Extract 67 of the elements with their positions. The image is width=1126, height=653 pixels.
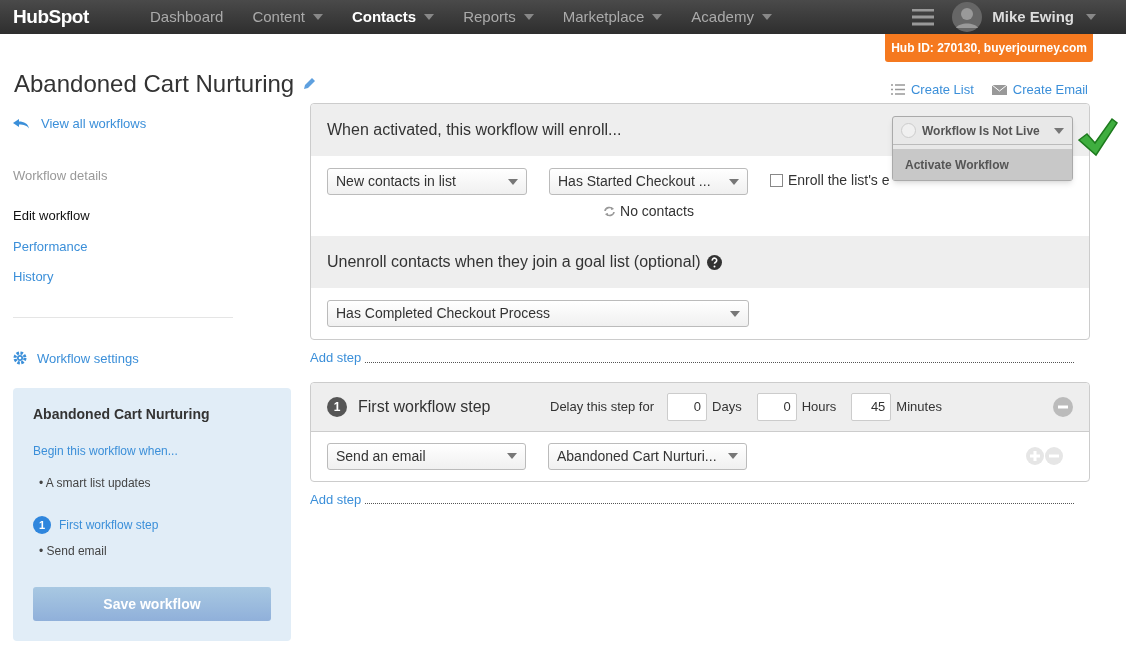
delay-unit: Days [712, 397, 742, 416]
nav-tab[interactable]: Academy [681, 0, 782, 34]
caret-icon [1054, 127, 1064, 134]
checkmark-icon [1076, 116, 1118, 158]
select-dropdown[interactable]: Has Completed Checkout Process [327, 300, 749, 327]
help-icon[interactable] [706, 254, 722, 270]
enroll-checkbox[interactable] [770, 174, 783, 187]
add-step-link[interactable]: Add step [310, 348, 362, 368]
select-dropdown[interactable]: New contacts in list [327, 168, 527, 195]
remove-icon[interactable] [1053, 396, 1073, 417]
select-dropdown[interactable]: Has Started Checkout ... [549, 168, 748, 195]
avatar-icon[interactable] [952, 2, 983, 32]
menu-icon[interactable] [912, 8, 935, 26]
delay-input[interactable]: 0 [667, 392, 708, 421]
add-step-link[interactable]: Add step [310, 489, 362, 509]
hub-id-badge: Hub ID: 270130, buyerjourney.com [885, 34, 1093, 62]
sidebar-nav-link[interactable]: History [13, 267, 291, 287]
select-dropdown[interactable]: Send an email [327, 442, 526, 470]
trigger-item: • A smart list updates [39, 475, 152, 492]
envelope-icon [991, 84, 1007, 95]
select-dropdown[interactable]: Abandoned Cart Nurturi... [548, 442, 747, 470]
step-item: • Send email [39, 543, 108, 560]
gear-icon [13, 351, 27, 366]
list-icon [891, 84, 905, 96]
nav-tab[interactable]: Marketplace [552, 0, 673, 34]
caret-icon [729, 178, 739, 185]
delay-input[interactable]: 45 [851, 392, 892, 421]
nav-tab[interactable]: Dashboard [140, 0, 234, 34]
page-title: Abandoned Cart Nurturing [14, 69, 295, 99]
sync-status: No contacts [603, 201, 694, 222]
caret-icon [507, 453, 517, 459]
status-dropdown[interactable]: Workflow Is Not Live Activate Workflow [892, 116, 1073, 181]
header-action-link[interactable]: Create List [891, 80, 974, 100]
trigger-link[interactable]: Begin this workflow when... [33, 442, 271, 460]
caret-icon [508, 178, 518, 185]
back-arrow-icon [13, 118, 29, 129]
logo[interactable]: HubSpot [13, 2, 140, 32]
section-label: Workflow details [13, 166, 109, 185]
step-link[interactable]: First workflow step [59, 516, 159, 534]
settings-link[interactable]: Workflow settings [13, 348, 291, 368]
caret-icon [730, 310, 740, 317]
status-label: Workflow Is Not Live [922, 122, 1041, 140]
step-number-badge: 1 [33, 516, 51, 534]
goal-heading: Unenroll contacts when they join a goal list (optional) [327, 252, 701, 272]
nav-tab[interactable]: Contacts [341, 0, 445, 34]
caret-icon [728, 453, 738, 459]
activate-menu-item[interactable]: Activate Workflow [893, 149, 1072, 180]
caret-icon [1086, 14, 1096, 20]
pencil-icon[interactable] [302, 77, 317, 91]
back-link[interactable]: View all workflows [13, 114, 291, 134]
step-title: First workflow step [358, 396, 492, 417]
delay-unit: Hours [801, 397, 837, 416]
delay-unit: Minutes [896, 397, 942, 416]
sidebar-nav-link[interactable]: Edit workflow [13, 206, 291, 226]
delay-label: Delay this step for [550, 397, 655, 416]
user-name[interactable]: Mike Ewing [992, 5, 1074, 29]
status-indicator [901, 123, 916, 138]
header-action-link[interactable]: Create Email [991, 80, 1088, 100]
nav-tab[interactable]: Content [242, 0, 333, 34]
step-number-badge: 1 [327, 396, 347, 417]
refresh-icon [603, 206, 617, 217]
delay-input[interactable]: 0 [756, 392, 797, 421]
nav-tab[interactable]: Reports [453, 0, 544, 34]
checkbox-label: Enroll the list's e [788, 171, 890, 190]
sidebar-nav-link[interactable]: Performance [13, 236, 291, 256]
panel-heading: When activated, this workflow will enroll... [327, 120, 622, 140]
summary-title: Abandoned Cart Nurturing [33, 405, 211, 424]
